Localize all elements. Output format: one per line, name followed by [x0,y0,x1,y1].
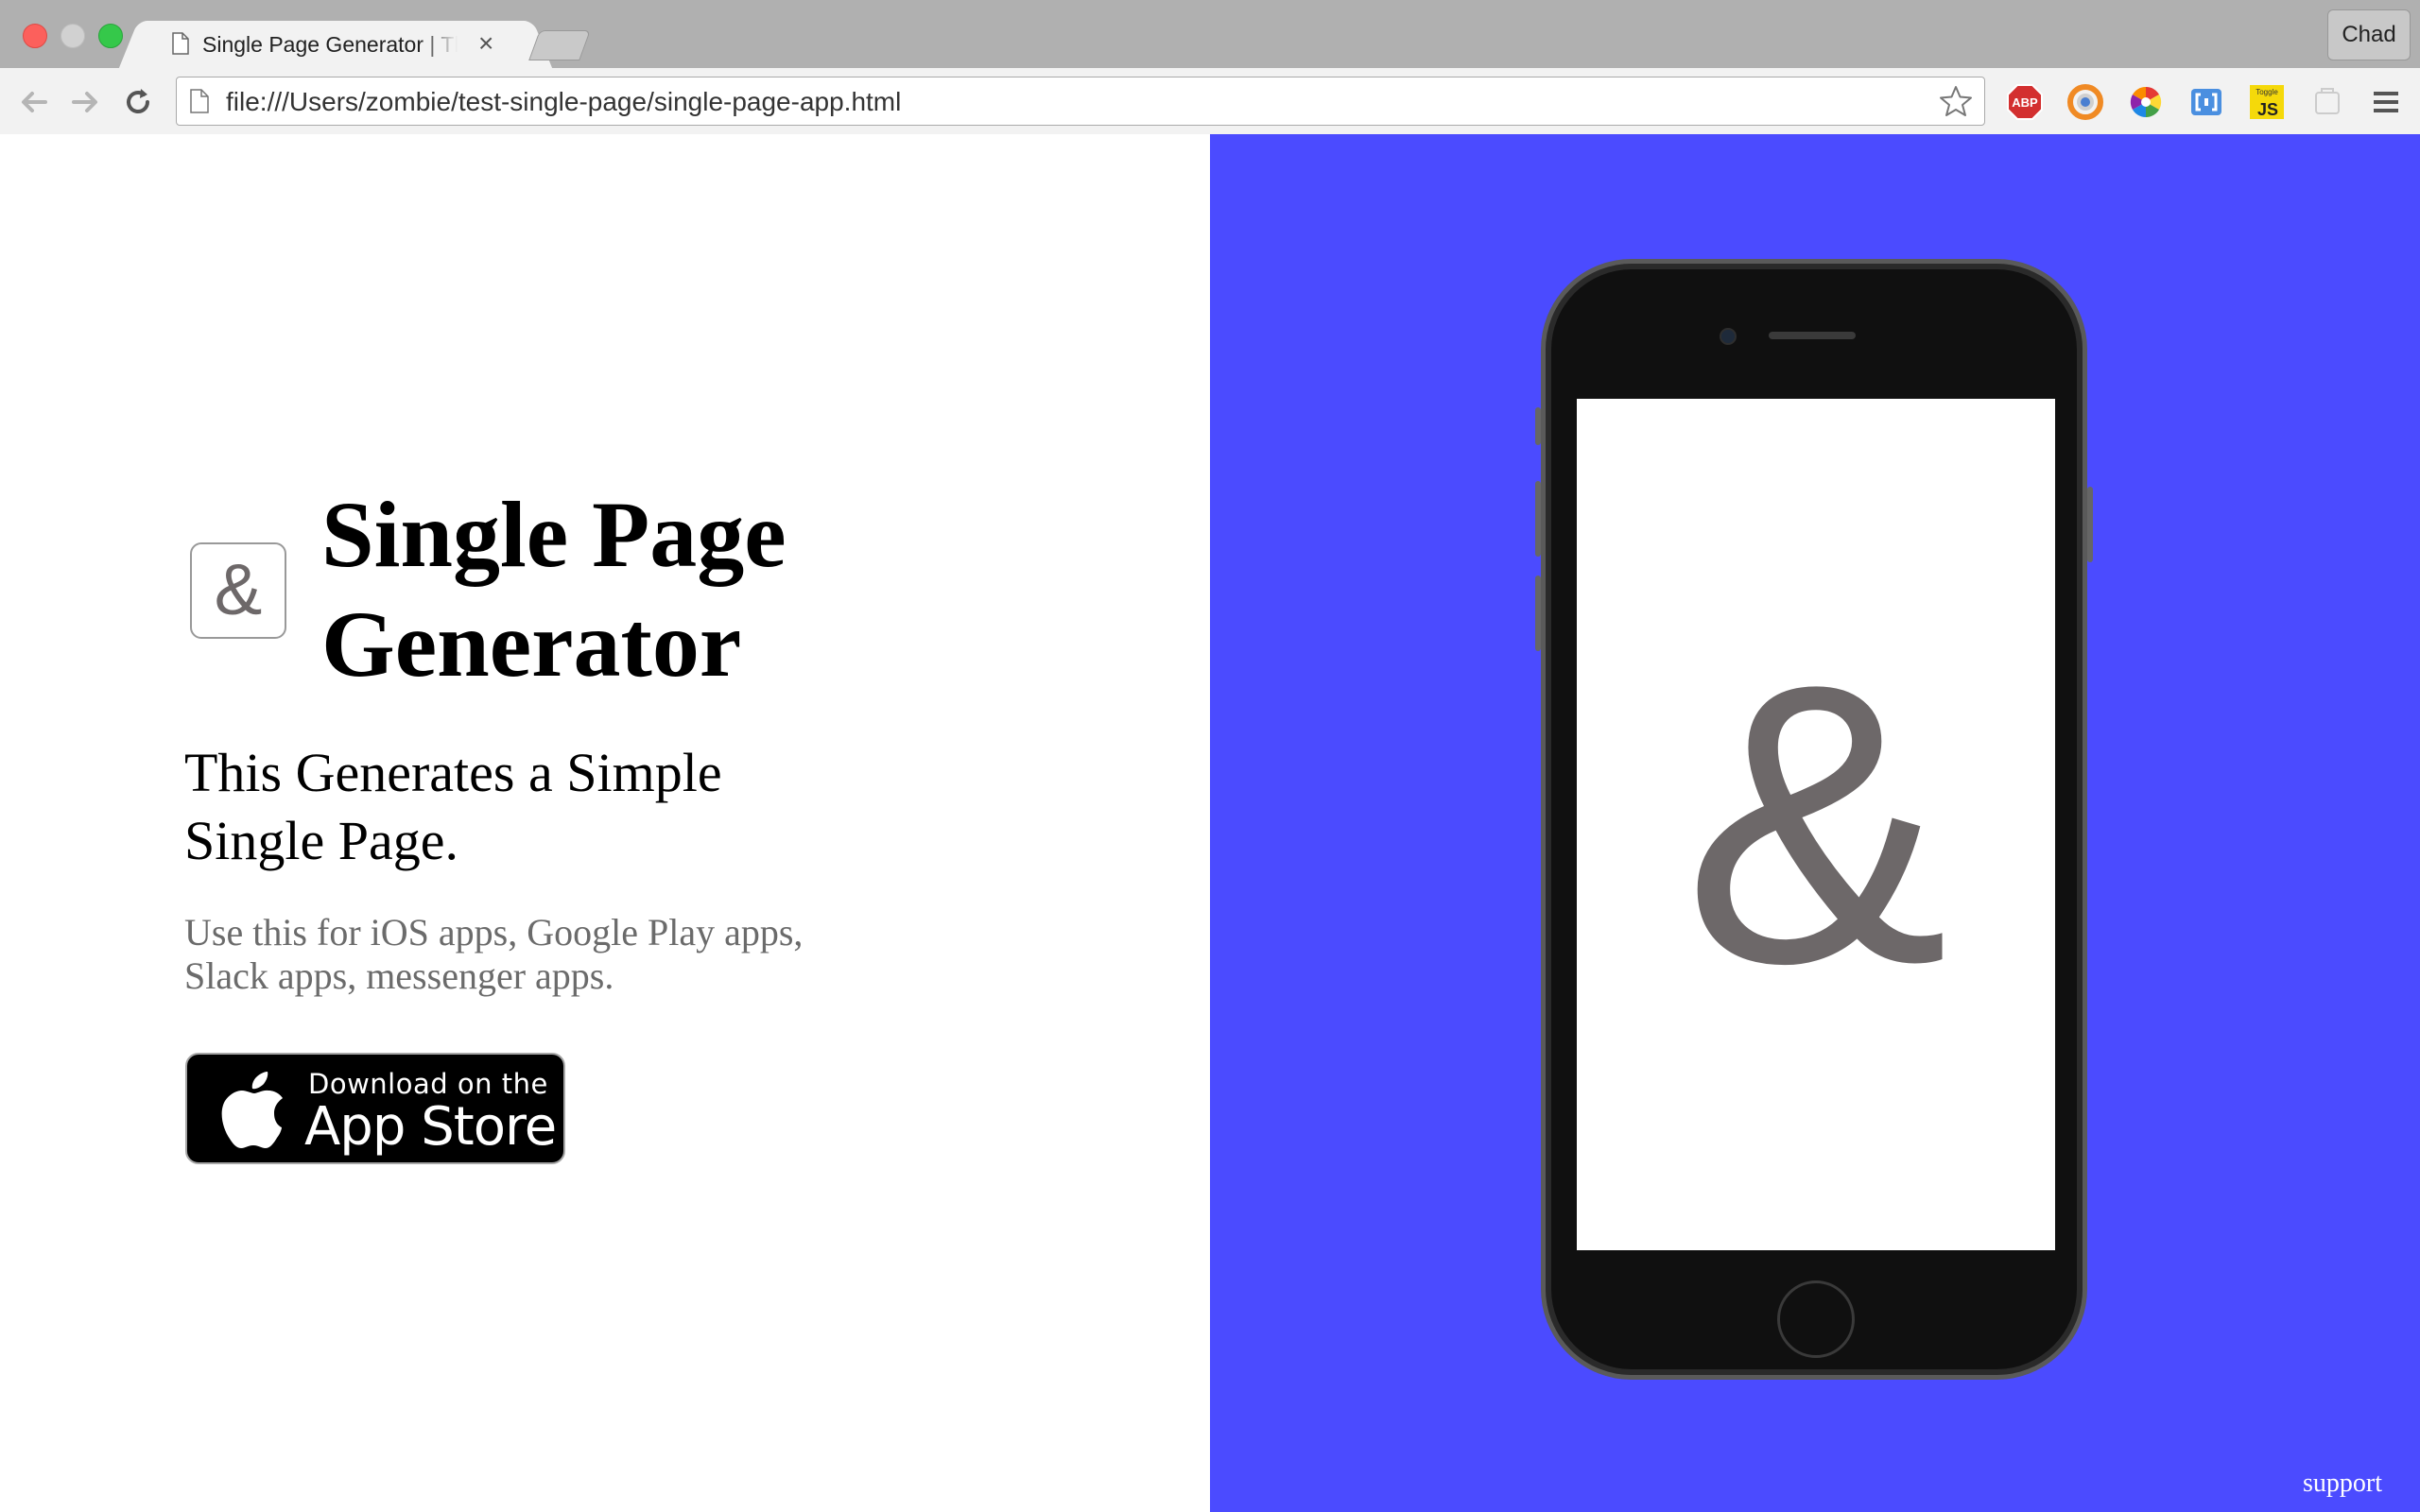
color-ring-extension-icon[interactable] [2066,83,2104,121]
profile-button[interactable]: Chad [2327,9,2411,60]
disabled-extension-icon[interactable] [2308,83,2346,121]
app-store-download-button[interactable]: Download on the App Store [185,1053,565,1164]
browser-tab[interactable]: Single Page Generator | This Generates a… [142,21,529,68]
app-logo-icon: & [190,542,286,639]
phone-mockup: & [1535,259,2093,1380]
phone-volume-up [1535,481,1541,557]
apple-icon [221,1072,283,1148]
phone-volume-down [1535,576,1541,651]
support-link[interactable]: support [2303,1469,2382,1499]
back-arrow-icon[interactable] [17,85,51,119]
page-icon [190,89,209,113]
url-text: file:///Users/zombie/test-single-page/si… [226,87,902,116]
front-camera [1720,328,1737,345]
hero-section: & Single Page Generator This Generates a… [0,134,1210,1512]
home-button [1777,1280,1855,1358]
web-page: & Single Page Generator This Generates a… [0,134,2420,1512]
js-label: JS [2257,100,2278,119]
new-tab-button[interactable] [528,30,591,60]
bracket-extension-icon[interactable] [2187,83,2225,121]
hamburger-menu-icon[interactable] [2371,87,2401,117]
phone-power-button [2087,487,2093,562]
app-logo-glyph: & [214,550,263,630]
abp-label: ABP [2012,95,2038,110]
tab-title: Single Page Generator | This Generates a… [202,32,458,57]
earpiece-speaker [1769,332,1856,339]
js-tag-label: Toggle [2256,88,2278,96]
window-close-button[interactable] [23,24,47,48]
forward-arrow-icon[interactable] [68,85,102,119]
adblock-plus-icon[interactable]: ABP [2006,83,2044,121]
page-description: Use this for iOS apps, Google Play apps,… [184,911,804,997]
window-maximize-button[interactable] [98,24,123,48]
screen-logo-glyph: & [1683,603,1949,1046]
phone-preview-section: & support [1210,134,2420,1512]
window-titlebar: Single Page Generator | This Generates a… [0,0,2420,68]
phone-mute-switch [1535,407,1541,445]
page-icon [172,32,189,55]
window-minimize-button[interactable] [60,24,85,48]
tab-close-icon[interactable]: × [478,28,493,59]
toggle-js-icon[interactable]: Toggle JS [2248,83,2286,121]
app-store-line1: Download on the [308,1068,548,1100]
browser-toolbar: file:///Users/zombie/test-single-page/si… [0,68,2420,136]
phone-screen: & [1577,399,2055,1250]
address-bar[interactable]: file:///Users/zombie/test-single-page/si… [176,77,1985,126]
bookmark-star-icon[interactable] [1939,85,1973,117]
page-subtitle: This Generates a Simple Single Page. [184,742,722,871]
color-wheel-extension-icon[interactable] [2127,83,2165,121]
page-title: Single Page Generator [321,482,786,696]
app-store-line2: App Store [304,1096,557,1158]
reload-icon[interactable] [121,85,155,119]
